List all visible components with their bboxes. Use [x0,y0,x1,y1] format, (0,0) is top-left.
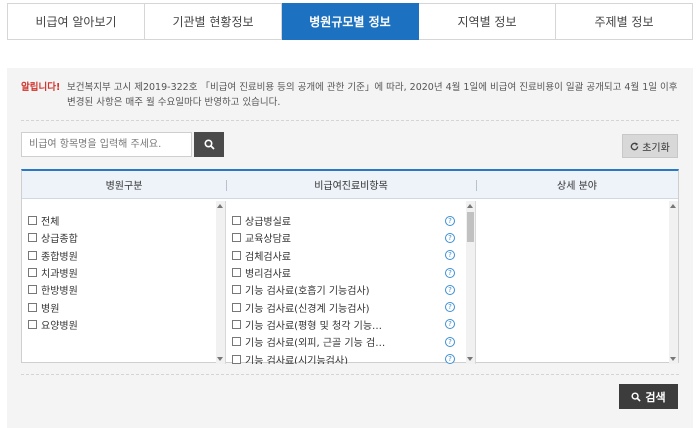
search-input[interactable] [21,132,192,157]
checkbox[interactable] [232,285,241,295]
search-button-label: 검색 [645,390,666,404]
nonpay-item[interactable]: 기능 검사료(평형 및 청각 기능…? [226,316,475,333]
checkbox[interactable] [28,233,37,243]
hospital-type-item[interactable]: 요양병원 [22,316,225,333]
checkbox[interactable] [28,250,37,260]
reset-button[interactable]: 초기화 [622,134,678,158]
checkbox[interactable] [232,302,241,312]
checkbox[interactable] [232,250,241,260]
nonpay-item[interactable]: 상급병실료? [226,212,475,229]
checkbox[interactable] [232,319,241,329]
hospital-type-item[interactable]: 전체 [22,212,225,229]
checkbox[interactable] [232,233,241,243]
refresh-icon [630,141,639,150]
scroll-up-arrow[interactable] [670,204,676,208]
hospital-type-item[interactable]: 상급종합 [22,229,225,246]
header-hospital-type: 병원구분 [105,181,143,192]
help-icon[interactable]: ? [445,302,455,313]
tab-region[interactable]: 지역별 정보 [419,3,556,40]
hospital-type-item[interactable]: 한방병원 [22,281,225,298]
scroll-down-arrow[interactable] [670,357,676,361]
tab-bar: 비급여 알아보기 기관별 현황정보 병원규모별 정보 지역별 정보 주제별 정보 [7,3,693,40]
help-icon[interactable]: ? [445,250,455,261]
scroll-thumb[interactable] [467,212,474,242]
hospital-type-item[interactable]: 치과병원 [22,264,225,281]
notice-label: 알립니다! [21,82,61,93]
search-button[interactable]: 검색 [619,384,678,409]
help-icon[interactable]: ? [445,354,455,364]
header-nonpay-item: 비급여진료비항목 [226,171,476,198]
nonpay-item[interactable]: 병리검사료? [226,264,475,281]
scroll-up-arrow[interactable] [217,204,223,208]
header-detail-field: 상세 분야 [476,171,678,198]
nonpay-item[interactable]: 검체검사료? [226,247,475,264]
divider [21,120,679,121]
nonpay-item[interactable]: 교육상담료? [226,229,475,246]
search-icon [631,391,642,402]
scroll-down-arrow[interactable] [217,357,223,361]
notice: 알립니다! 보건복지부 고시 제2019-322호 「비급여 진료비용 등의 공… [21,80,681,110]
scroll-up-arrow[interactable] [467,204,473,208]
help-icon[interactable]: ? [445,232,455,243]
nonpay-item[interactable]: 기능 검사료(신경계 기능검사)? [226,298,475,315]
table-header: 병원구분 비급여진료비항목 상세 분야 [22,171,678,199]
scroll-down-arrow[interactable] [467,357,473,361]
help-icon[interactable]: ? [445,267,455,278]
scrollbar[interactable] [216,201,225,364]
checkbox[interactable] [232,268,241,278]
nonpay-item-list[interactable]: 상급병실료? 교육상담료? 검체검사료? 병리검사료? 기능 검사료(호흡기 기… [226,201,476,364]
scrollbar[interactable] [669,201,678,364]
search-icon [203,139,215,150]
checkbox[interactable] [28,268,37,278]
notice-text: 보건복지부 고시 제2019-322호 「비급여 진료비용 등의 공개에 관한 … [67,82,678,108]
header-separator [476,180,477,191]
help-icon[interactable]: ? [445,319,455,330]
checkbox[interactable] [232,354,241,364]
detail-field-list[interactable] [476,201,678,364]
reset-label: 초기화 [642,142,670,154]
hospital-type-item[interactable]: 병원 [22,298,225,315]
checkbox[interactable] [232,216,241,226]
header-separator [226,180,227,191]
tab-institution-status[interactable]: 기관별 현황정보 [145,3,282,40]
search-submit-button[interactable] [194,132,224,157]
checkbox[interactable] [28,216,37,226]
nonpay-item[interactable]: 기능 검사료(호흡기 기능검사)? [226,281,475,298]
help-icon[interactable]: ? [445,336,455,347]
tab-topic[interactable]: 주제별 정보 [556,3,693,40]
checkbox[interactable] [28,302,37,312]
help-icon[interactable]: ? [445,284,455,295]
checkbox[interactable] [28,319,37,329]
tab-hospital-size[interactable]: 병원규모별 정보 [282,3,419,40]
hospital-type-item[interactable]: 종합병원 [22,247,225,264]
search-panel: 알립니다! 보건복지부 고시 제2019-322호 「비급여 진료비용 등의 공… [7,68,693,428]
nonpay-item[interactable]: 기능 검사료(시기능검사)? [226,350,475,364]
help-icon[interactable]: ? [445,215,455,226]
divider [21,374,679,375]
hospital-type-list[interactable]: 전체 상급종합 종합병원 치과병원 한방병원 병원 요양병원 [22,201,226,364]
scrollbar[interactable] [466,201,475,364]
checkbox[interactable] [28,285,37,295]
filter-table: 병원구분 비급여진료비항목 상세 분야 전체 상급종합 종합병원 치과병원 한방… [21,169,679,364]
checkbox[interactable] [232,337,241,347]
tab-nonpay-intro[interactable]: 비급여 알아보기 [7,3,145,40]
nonpay-item[interactable]: 기능 검사료(외피, 근골 기능 검…? [226,333,475,350]
